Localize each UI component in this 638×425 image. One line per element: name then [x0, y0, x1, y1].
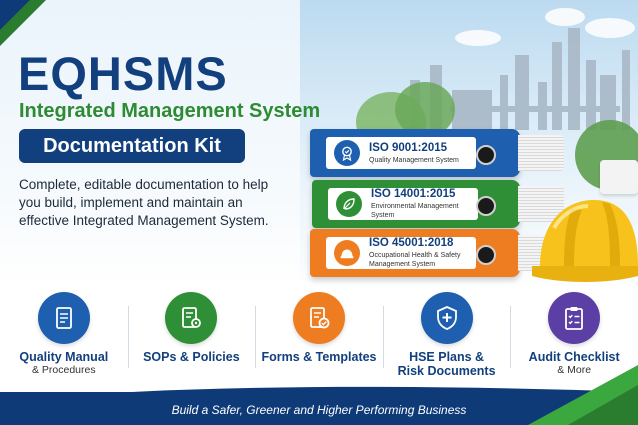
shield-plus-icon [420, 292, 473, 344]
feature-sops-policies: SOPs & Policies [127, 292, 256, 384]
binder-label: ISO 14001:2015 Environmental Management … [328, 188, 478, 220]
binder-system-name: Occupational Health & Safety Management … [369, 252, 461, 268]
quality-badge-icon [334, 140, 360, 166]
promo-banner: EQHSMS Integrated Management System Docu… [0, 0, 638, 425]
clipboard-checklist-icon [548, 292, 601, 344]
corner-accent [568, 385, 638, 425]
feature-subtitle: Risk Documents [397, 364, 496, 378]
binder-ring-hole [476, 196, 496, 216]
feature-title: SOPs & Policies [143, 350, 240, 364]
description-text: Complete, editable documentation to help… [19, 177, 269, 228]
feature-title: Audit Checklist [528, 350, 620, 364]
documentation-kit-badge: Documentation Kit [19, 129, 245, 163]
manual-document-icon [37, 292, 90, 344]
binder-standard: ISO 45001:2018 [369, 237, 454, 249]
document-gear-icon [165, 292, 218, 344]
binder-label: ISO 45001:2018 Occupational Health & Saf… [326, 237, 476, 269]
feature-quality-manual: Quality Manual & Procedures [0, 292, 128, 384]
page-title: EQHSMS [18, 47, 228, 100]
subtitle: Integrated Management System [19, 100, 321, 122]
corner-accent [0, 0, 30, 30]
feature-hse-plans: HSE Plans & Risk Documents [382, 292, 511, 384]
document-check-icon [292, 292, 345, 344]
binder-system-name: Quality Management System [369, 156, 459, 164]
binder-label: ISO 9001:2015 Quality Management System [326, 137, 476, 169]
binder-iso-9001: ISO 9001:2015 Quality Management System [310, 129, 564, 177]
feature-title: Forms & Templates [261, 350, 377, 364]
binder-standard: ISO 14001:2015 [371, 188, 456, 200]
feature-title: Quality Manual [19, 350, 109, 364]
leaf-icon [336, 191, 362, 217]
binder-system-name: Environmental Management System [371, 203, 459, 219]
hard-hat-icon [334, 240, 360, 266]
binder-ring-hole [476, 245, 496, 265]
feature-forms-templates: Forms & Templates [255, 292, 383, 384]
binder-pages [518, 135, 564, 171]
binder-standard: ISO 9001:2015 [369, 141, 448, 154]
feature-subtitle: & Procedures [31, 364, 96, 376]
binder-ring-hole [476, 145, 496, 165]
binder-iso-14001: ISO 14001:2015 Environmental Management … [312, 180, 564, 228]
binder-iso-45001: ISO 45001:2018 Occupational Health & Saf… [310, 229, 564, 277]
feature-title: HSE Plans & [409, 350, 485, 364]
safety-helmet-image [532, 200, 638, 282]
